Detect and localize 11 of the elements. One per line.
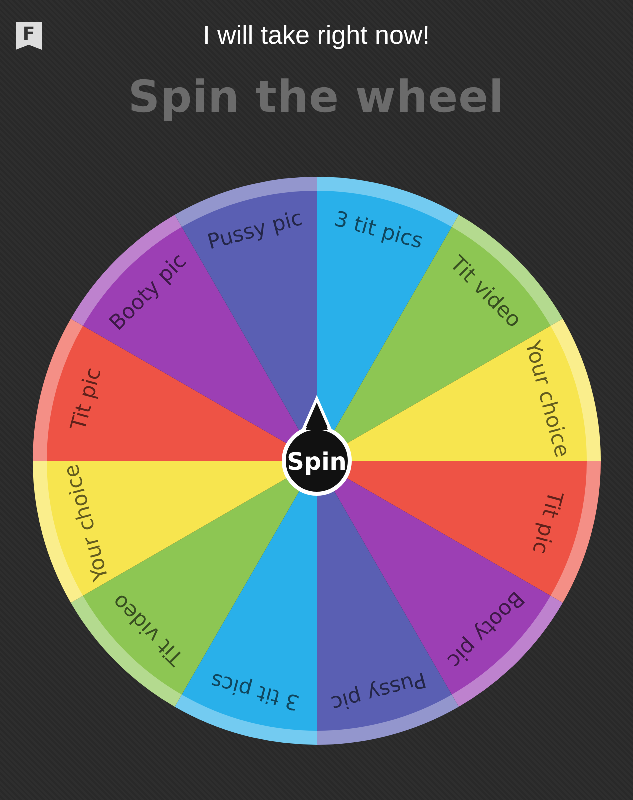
segment-label: Your choice bbox=[58, 462, 113, 584]
segment-label: 3 tit pics bbox=[208, 668, 302, 716]
segment-label: Pussy pic bbox=[204, 206, 305, 254]
page-title: I will take right now! bbox=[203, 20, 430, 50]
heading: Spin the wheel bbox=[128, 72, 505, 123]
segment-label: 3 tit pics bbox=[331, 206, 426, 254]
segment-label: Tit pic bbox=[66, 365, 106, 433]
app-badge: F bbox=[16, 22, 42, 50]
segment-label: Pussy pic bbox=[328, 668, 428, 716]
segment-label: Tit pic bbox=[528, 489, 568, 557]
segment-label: Your choice bbox=[520, 338, 574, 460]
